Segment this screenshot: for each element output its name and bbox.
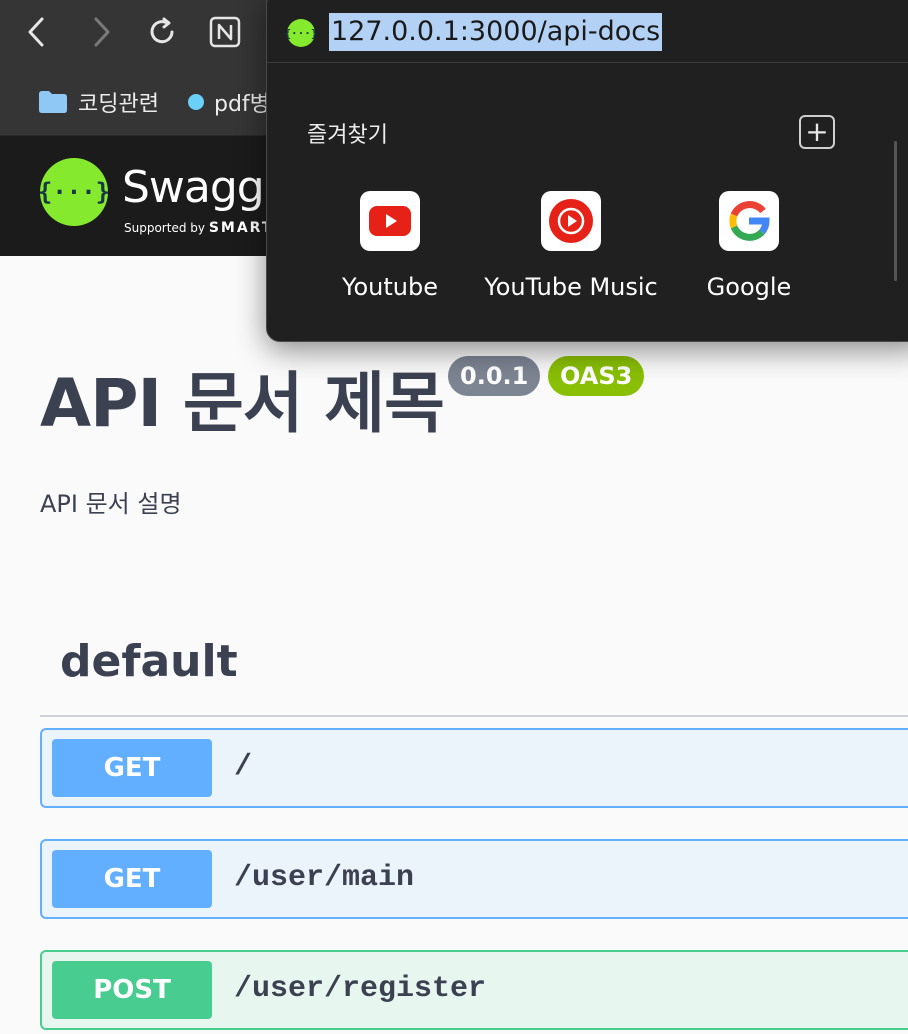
notion-extension-button[interactable]	[205, 12, 245, 52]
tag-default-heading[interactable]: default	[60, 636, 238, 687]
bookmark-folder-label: 코딩관련	[78, 92, 159, 117]
api-description: API 문서 설명	[40, 490, 182, 518]
address-bar[interactable]: {···} 127.0.0.1:3000/api-docs	[267, 1, 908, 63]
swagger-brand: Swagge	[122, 162, 291, 213]
operation-path: /user/main	[234, 861, 415, 895]
operation-get-user-main[interactable]: GET /user/main	[40, 839, 908, 919]
version-badge: 0.0.1	[448, 356, 541, 396]
site-favicon-icon: {···}	[284, 19, 318, 47]
favorites-heading: 즐겨찾기	[307, 123, 388, 148]
favorite-youtube[interactable]: Youtube	[295, 191, 485, 301]
bookmark-folder[interactable]: 코딩관련	[38, 88, 159, 117]
favorite-youtube-music[interactable]: YouTube Music	[476, 191, 666, 301]
supported-by-label: Supported by	[124, 221, 205, 235]
oas-badge: OAS3	[548, 356, 645, 396]
bookmark-item[interactable]: pdf병	[188, 88, 270, 117]
google-icon	[719, 191, 779, 251]
operation-path: /user/register	[234, 972, 487, 1006]
notion-icon	[209, 16, 241, 48]
api-title: API 문서 제목	[40, 365, 445, 442]
operation-path: /	[234, 750, 253, 784]
favorite-label: Youtube	[342, 273, 438, 301]
tag-divider	[40, 715, 908, 717]
chevron-left-icon	[28, 17, 44, 47]
youtube-icon	[360, 191, 420, 251]
reload-button[interactable]	[142, 12, 182, 52]
url-input[interactable]: 127.0.0.1:3000/api-docs	[329, 13, 663, 51]
supported-by: Supported by SMART	[124, 220, 273, 236]
reload-icon	[150, 17, 174, 44]
back-button[interactable]	[16, 12, 56, 52]
favorite-label: Google	[706, 273, 792, 301]
method-badge: GET	[52, 739, 212, 797]
method-badge: POST	[52, 961, 212, 1019]
operation-post-user-register[interactable]: POST /user/register	[40, 950, 908, 1030]
swagger-logo-icon: {···}	[38, 158, 110, 226]
folder-icon	[39, 91, 67, 113]
add-favorite-button[interactable]: +	[799, 115, 835, 149]
favorite-label: YouTube Music	[484, 273, 658, 301]
popup-scrollbar[interactable]	[894, 141, 897, 281]
address-bar-dropdown: {···} 127.0.0.1:3000/api-docs 즐겨찾기 + You…	[266, 0, 908, 342]
chevron-right-icon	[94, 17, 110, 47]
youtube-music-icon	[541, 191, 601, 251]
method-badge: GET	[52, 850, 212, 908]
supported-by-brand: SMART	[208, 220, 274, 236]
favorite-google[interactable]: Google	[654, 191, 844, 301]
operation-get-root[interactable]: GET /	[40, 728, 908, 808]
bookmark-item-label: pdf병	[214, 92, 270, 117]
forward-button[interactable]	[82, 12, 122, 52]
dot-icon	[188, 94, 204, 110]
